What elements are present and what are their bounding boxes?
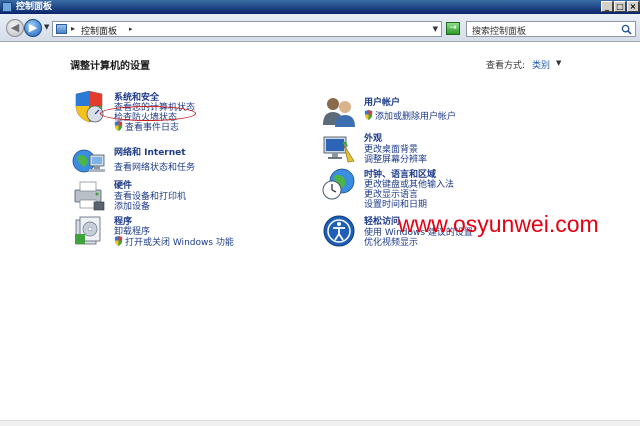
category-title-network-internet[interactable]: 网络和 Internet (114, 145, 186, 158)
refresh-button[interactable]: → (446, 22, 460, 35)
search-box[interactable]: 搜索控制面板 (466, 21, 636, 37)
link-set-time-date[interactable]: 设置时间和日期 (364, 197, 427, 210)
link-add-remove-user-accounts[interactable]: 添加或删除用户帐户 (364, 109, 456, 122)
appearance-icon[interactable] (322, 131, 356, 165)
recent-pages-dropdown[interactable]: ▼ (44, 23, 49, 31)
hardware-printer-icon[interactable] (72, 178, 106, 212)
category-title-user-accounts[interactable]: 用户帐户 (364, 95, 400, 108)
back-button[interactable]: ◀ (6, 19, 24, 37)
link-label: 添加或删除用户帐户 (375, 112, 457, 122)
uac-shield-icon (364, 110, 373, 120)
breadcrumb-separator-icon[interactable]: ▸ (71, 24, 75, 33)
page-title: 调整计算机的设置 (70, 61, 150, 72)
link-label: 打开或关闭 Windows 功能 (125, 238, 234, 248)
category-programs: 程序 卸载程序 打开或关闭 Windows 功能 (72, 214, 272, 248)
maximize-icon: □ (616, 2, 624, 11)
breadcrumb-chevron-icon[interactable]: ▸ (129, 25, 133, 33)
clock-language-region-icon[interactable] (322, 167, 356, 201)
navigation-bar: ◀ ▶ ▼ ▸ 控制面板 ▸ ▼ → 搜索控制面板 (0, 14, 640, 42)
control-panel-small-icon (56, 24, 67, 34)
window-titlebar: 控制面板 _ □ × (0, 0, 640, 14)
category-user-accounts: 用户帐户 添加或删除用户帐户 (322, 95, 522, 129)
refresh-icon: → (449, 23, 457, 33)
search-icon[interactable] (621, 24, 632, 35)
programs-icon[interactable] (72, 214, 106, 248)
minimize-button[interactable]: _ (601, 1, 613, 12)
chevron-down-icon[interactable]: ▼ (556, 59, 561, 67)
ease-of-access-icon[interactable] (322, 214, 356, 248)
network-icon[interactable] (72, 145, 106, 179)
category-hardware: 硬件 查看设备和打印机 添加设备 (72, 178, 272, 212)
system-security-icon[interactable] (72, 90, 106, 124)
close-button[interactable]: × (627, 1, 639, 12)
uac-shield-icon (114, 121, 123, 131)
link-view-event-log[interactable]: 查看事件日志 (114, 120, 179, 133)
link-adjust-screen-resolution[interactable]: 调整屏幕分辨率 (364, 152, 427, 165)
address-bar[interactable]: ▸ 控制面板 ▸ ▼ (52, 21, 442, 37)
minimize-icon: _ (605, 2, 609, 11)
maximize-button[interactable]: □ (614, 1, 626, 12)
search-input[interactable]: 搜索控制面板 (472, 24, 526, 37)
forward-button[interactable]: ▶ (24, 19, 42, 37)
window-bottom-edge (0, 420, 640, 426)
category-appearance: 外观 更改桌面背景 调整屏幕分辨率 (322, 131, 522, 165)
category-network-internet: 网络和 Internet 查看网络状态和任务 (72, 145, 272, 179)
control-panel-icon (2, 2, 12, 12)
highlight-annotation (100, 106, 196, 121)
breadcrumb-control-panel[interactable]: 控制面板 (81, 24, 117, 37)
link-turn-windows-features[interactable]: 打开或关闭 Windows 功能 (114, 235, 234, 248)
watermark-text: www.osyunwei.com (398, 211, 599, 237)
link-add-device[interactable]: 添加设备 (114, 199, 150, 212)
view-by-label: 查看方式: (486, 61, 526, 71)
close-icon: × (629, 2, 637, 11)
address-dropdown-icon[interactable]: ▼ (433, 25, 438, 33)
link-label: 查看事件日志 (125, 123, 180, 133)
link-view-network-status[interactable]: 查看网络状态和任务 (114, 160, 195, 173)
category-clock-language-region: 时钟、语言和区域 更改键盘或其他输入法 更改显示语言 设置时间和日期 (322, 167, 522, 210)
uac-shield-icon (114, 236, 123, 246)
view-by-dropdown[interactable]: 类别 (532, 58, 550, 71)
user-accounts-icon[interactable] (322, 95, 356, 129)
back-arrow-icon: ◀ (10, 21, 20, 34)
forward-arrow-icon: ▶ (28, 21, 38, 34)
window-title: 控制面板 (16, 2, 53, 12)
